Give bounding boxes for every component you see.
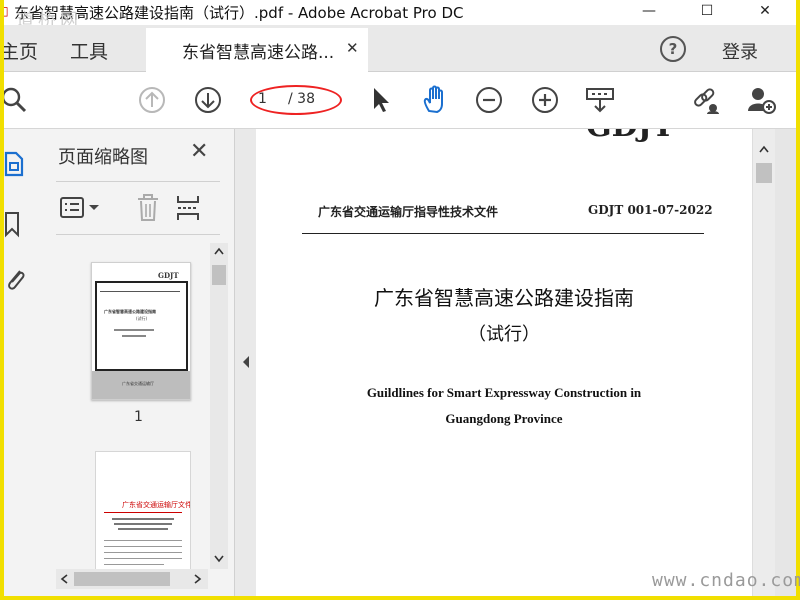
- tab-home[interactable]: 主页: [4, 37, 38, 64]
- scroll-up-arrow-icon[interactable]: [214, 247, 224, 255]
- insert-page-icon[interactable]: [174, 192, 206, 224]
- thumb1-footer-band: 广东省交通运输厅: [92, 371, 190, 399]
- page-thumbnails-icon[interactable]: [4, 149, 28, 179]
- thumb2-text-line: [104, 546, 182, 547]
- thumbnail-vscroll-thumb[interactable]: [212, 265, 226, 285]
- thumb1-footer: 广东省交通运输厅: [122, 381, 154, 386]
- doc-header-rule: [302, 233, 704, 234]
- login-button[interactable]: 登录: [722, 38, 758, 64]
- scroll-right-arrow-icon[interactable]: [194, 574, 202, 584]
- panel-title: 页面缩略图: [58, 147, 148, 168]
- window-close-button[interactable]: ✕: [748, 0, 782, 22]
- thumb1-text-line: [122, 335, 146, 337]
- thumbnail-options-icon[interactable]: [58, 194, 104, 222]
- page-up-icon[interactable]: [138, 86, 166, 114]
- thumb1-subtitle: (试行): [136, 316, 148, 321]
- help-icon[interactable]: ?: [660, 36, 686, 62]
- toolbar: / 38: [4, 72, 796, 129]
- scroll-left-arrow-icon[interactable]: [60, 574, 68, 584]
- select-cursor-icon[interactable]: [368, 85, 392, 115]
- scroll-down-arrow-icon[interactable]: [214, 555, 224, 563]
- panel-toolbar: [56, 181, 220, 235]
- title-bar: ▯ 东省智慧高速公路建设指南（试行）.pdf - Adobe Acrobat P…: [4, 0, 796, 31]
- page-thumbnail-1[interactable]: GDJT 广东省智慧高速公路建设指南 (试行) 广东省交通运输厅: [91, 262, 191, 400]
- thumbnail-page-number: 1: [134, 409, 143, 425]
- tab-document-label: 东省智慧高速公路...: [182, 43, 335, 63]
- thumb1-text-line: [114, 329, 154, 331]
- share-link-icon[interactable]: [690, 84, 722, 116]
- doc-english-title-line1: Guildlines for Smart Expressway Construc…: [366, 385, 642, 400]
- acrobat-app-icon: ▯: [4, 4, 9, 18]
- scroll-mode-icon[interactable]: [584, 86, 616, 114]
- page-thumbnails-panel: 页面缩略图 ✕ GDJT 广东省智慧高速公路建设指南 (试行) 广东省交通运输厅…: [42, 129, 234, 596]
- current-view-rectangle[interactable]: [95, 281, 188, 371]
- thumb1-rule: [100, 291, 180, 292]
- thumb2-text-line: [112, 518, 174, 520]
- thumbnail-list: GDJT 广东省智慧高速公路建设指南 (试行) 广东省交通运输厅 1 广东省交通…: [42, 239, 234, 569]
- zoom-out-icon[interactable]: [475, 86, 503, 114]
- thumb2-text-line: [114, 523, 172, 525]
- thumb2-text-line: [104, 558, 182, 559]
- page-down-icon[interactable]: [194, 86, 222, 114]
- delete-page-icon[interactable]: [134, 192, 162, 224]
- doc-title: 广东省智慧高速公路建设指南: [374, 286, 634, 310]
- document-vscroll-thumb[interactable]: [756, 163, 772, 183]
- tab-tools[interactable]: 工具: [70, 37, 108, 64]
- add-user-icon[interactable]: [745, 84, 777, 116]
- thumb1-title: 广东省智慧高速公路建设指南: [104, 309, 156, 314]
- document-view[interactable]: GDJT 广东省交通运输厅指导性技术文件 GDJT 001-07-2022 广东…: [256, 129, 796, 596]
- thumb2-text-line: [104, 564, 164, 565]
- doc-scroll-up-arrow-icon[interactable]: [759, 145, 769, 153]
- watermark-bottom: www.cndao.com: [652, 570, 800, 591]
- navigation-pane-strip: [4, 129, 43, 596]
- tab-document-close-button[interactable]: ✕: [346, 39, 359, 57]
- panel-collapse-divider[interactable]: [234, 129, 257, 596]
- page-thumbnail-2[interactable]: 广东省交通运输厅文件: [95, 451, 191, 569]
- attachment-icon[interactable]: [4, 263, 28, 293]
- thumb1-corner-code: GDJT: [158, 271, 179, 280]
- search-icon[interactable]: [4, 86, 28, 114]
- collapse-panel-arrow-icon[interactable]: [241, 355, 251, 369]
- tab-document[interactable]: 东省智慧高速公路... ✕: [146, 28, 368, 72]
- document-page: GDJT 广东省交通运输厅指导性技术文件 GDJT 001-07-2022 广东…: [256, 129, 752, 596]
- doc-header-right: GDJT 001-07-2022: [588, 203, 713, 217]
- thumbnail-horizontal-scrollbar[interactable]: [56, 569, 208, 589]
- doc-top-code-fragment: GDJT: [586, 129, 674, 144]
- acrobat-window: ▯ 东省智慧高速公路建设指南（试行）.pdf - Adobe Acrobat P…: [4, 0, 796, 596]
- hand-icon[interactable]: [420, 84, 452, 116]
- thumb2-header: 广东省交通运输厅文件: [122, 501, 191, 509]
- thumbnail-vertical-scrollbar[interactable]: [210, 243, 228, 569]
- thumb2-red-rule: [104, 512, 182, 513]
- thumb2-text-line: [104, 540, 182, 541]
- minimize-button[interactable]: —: [632, 0, 666, 22]
- document-vertical-scrollbar[interactable]: [752, 129, 775, 596]
- doc-subtitle: （试行）: [468, 324, 540, 345]
- annotation-ellipse: [250, 85, 342, 115]
- thumb2-text-line: [118, 528, 168, 530]
- tab-bar: 主页 工具 东省智慧高速公路... ✕ ? 登录: [4, 25, 796, 72]
- doc-header-left: 广东省交通运输厅指导性技术文件: [318, 205, 499, 219]
- doc-english-title-line2: Guangdong Province: [445, 411, 563, 426]
- maximize-button[interactable]: ☐: [690, 0, 724, 22]
- thumbnail-hscroll-thumb[interactable]: [74, 572, 170, 586]
- thumb2-text-line: [104, 552, 182, 553]
- panel-close-button[interactable]: ✕: [190, 139, 208, 164]
- bookmark-icon[interactable]: [4, 209, 24, 239]
- zoom-in-icon[interactable]: [531, 86, 559, 114]
